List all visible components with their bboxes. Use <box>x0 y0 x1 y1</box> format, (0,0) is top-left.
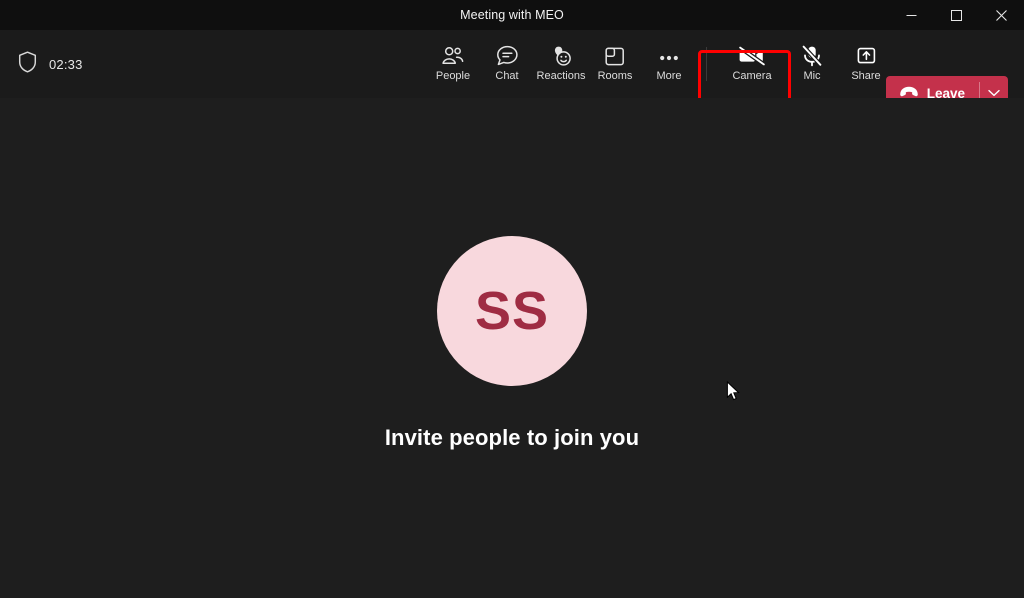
rooms-label: Rooms <box>598 70 633 83</box>
maximize-button[interactable] <box>934 0 979 30</box>
window-controls <box>889 0 1024 30</box>
close-icon <box>996 10 1007 21</box>
more-icon <box>657 45 681 67</box>
people-icon <box>441 45 465 67</box>
reactions-icon <box>549 45 573 67</box>
meeting-stage: SS Invite people to join you <box>0 98 1024 598</box>
chevron-down-icon <box>988 89 1000 97</box>
avatar-initials: SS <box>475 280 549 342</box>
avatar: SS <box>437 236 587 386</box>
toolbar-divider <box>706 47 707 81</box>
meeting-control-bar: 02:33 People <box>0 30 1024 98</box>
window-title: Meeting with MEO <box>0 0 1024 30</box>
rooms-button[interactable]: Rooms <box>588 36 642 92</box>
share-button[interactable]: Share <box>839 36 893 92</box>
meeting-timer: 02:33 <box>49 57 83 72</box>
meeting-status-group: 02:33 <box>18 30 83 98</box>
minimize-button[interactable] <box>889 0 934 30</box>
meeting-actions: People Chat <box>426 30 893 98</box>
chat-label: Chat <box>495 70 518 83</box>
more-button[interactable]: More <box>642 36 696 92</box>
mic-off-icon <box>800 45 824 67</box>
mic-button[interactable]: Mic <box>785 36 839 92</box>
reactions-label: Reactions <box>537 70 586 83</box>
camera-button[interactable]: Camera <box>719 36 785 92</box>
teams-meeting-window: Meeting with MEO <box>0 0 1024 598</box>
share-icon <box>855 45 878 67</box>
minimize-icon <box>906 10 917 21</box>
share-label: Share <box>851 70 880 83</box>
chat-icon <box>496 45 519 67</box>
reactions-button[interactable]: Reactions <box>534 36 588 92</box>
title-bar: Meeting with MEO <box>0 0 1024 30</box>
more-label: More <box>656 70 681 83</box>
maximize-icon <box>951 10 962 21</box>
camera-label: Camera <box>732 70 771 83</box>
people-label: People <box>436 70 470 83</box>
invite-message: Invite people to join you <box>385 425 639 451</box>
people-button[interactable]: People <box>426 36 480 92</box>
camera-off-icon <box>738 45 766 67</box>
chat-button[interactable]: Chat <box>480 36 534 92</box>
mic-label: Mic <box>803 70 820 83</box>
rooms-icon <box>604 45 626 67</box>
close-button[interactable] <box>979 0 1024 30</box>
shield-icon <box>18 51 37 78</box>
